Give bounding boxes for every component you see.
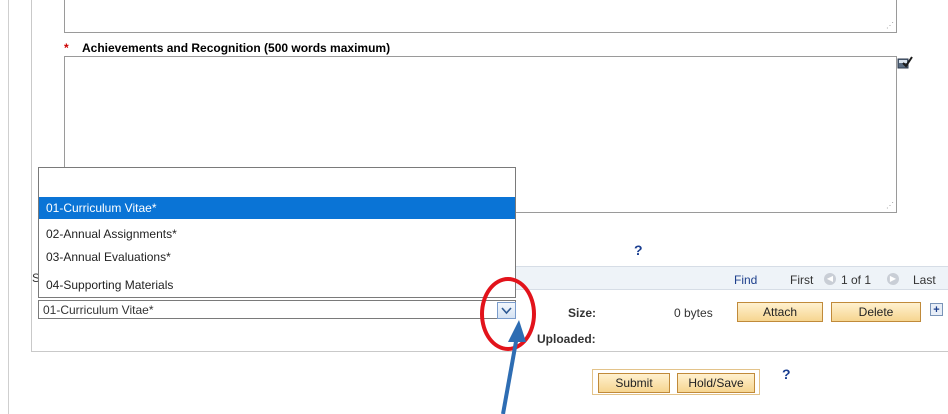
hold-save-button[interactable]: Hold/Save — [677, 373, 755, 393]
next-arrow-icon[interactable]: ▶ — [887, 273, 899, 285]
dropdown-option[interactable]: 04-Supporting Materials — [39, 274, 515, 296]
resize-grip-icon[interactable]: ⋰ — [886, 202, 894, 210]
delete-button[interactable]: Delete — [831, 302, 921, 322]
required-indicator: * — [64, 41, 69, 55]
resize-grip-icon[interactable]: ⋰ — [886, 22, 894, 30]
help-icon[interactable]: ? — [634, 242, 643, 258]
spellcheck-icon[interactable] — [897, 55, 913, 69]
annotation-arrow — [501, 320, 526, 414]
document-type-select[interactable]: 01-Curriculum Vitae* — [38, 300, 516, 319]
achievements-label: Achievements and Recognition (500 words … — [82, 41, 391, 55]
last-link[interactable]: Last — [913, 273, 936, 287]
size-value: 0 bytes — [674, 306, 713, 320]
previous-arrow-icon[interactable]: ◀ — [824, 273, 836, 285]
find-link[interactable]: Find — [734, 273, 757, 287]
document-type-dropdown-list: 01-Curriculum Vitae* 02-Annual Assignmen… — [38, 167, 516, 298]
page-left-border — [8, 0, 9, 414]
dropdown-option-selected[interactable]: 01-Curriculum Vitae* — [39, 197, 515, 219]
attach-button[interactable]: Attach — [737, 302, 823, 322]
size-label: Size: — [568, 306, 597, 320]
dropdown-option[interactable]: 02-Annual Assignments* — [39, 223, 515, 245]
row-count: 1 of 1 — [841, 273, 872, 287]
add-row-icon[interactable]: + — [930, 303, 943, 316]
help-icon[interactable]: ? — [782, 366, 791, 382]
first-link[interactable]: First — [790, 273, 813, 287]
select-value: 01-Curriculum Vitae* — [43, 303, 154, 317]
uploaded-label: Uploaded: — [537, 332, 596, 346]
submit-button[interactable]: Submit — [598, 373, 670, 393]
dropdown-option[interactable] — [39, 168, 515, 190]
previous-textarea[interactable]: ⋰ — [64, 0, 897, 33]
dropdown-option[interactable]: 03-Annual Evaluations* — [39, 246, 515, 268]
